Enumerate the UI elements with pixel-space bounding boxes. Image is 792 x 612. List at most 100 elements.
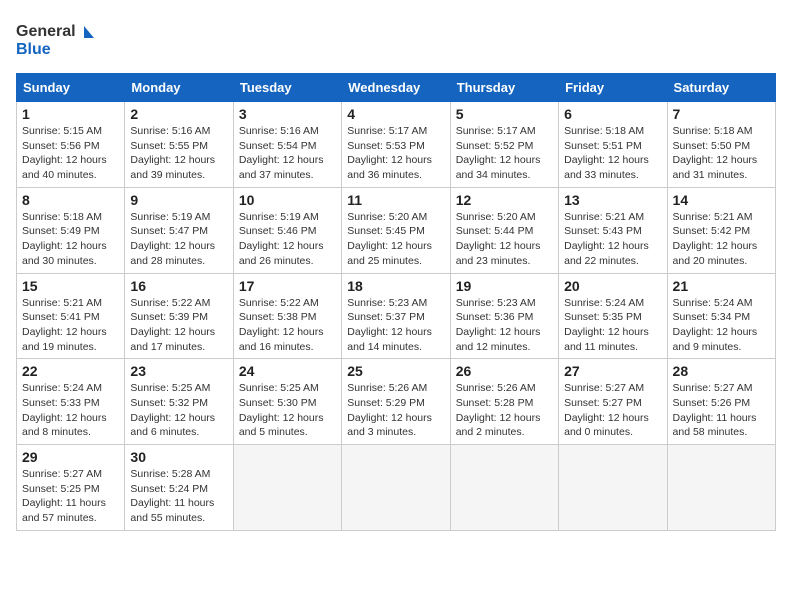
calendar-cell: 26 Sunrise: 5:26 AMSunset: 5:28 PMDayligh…: [450, 359, 558, 445]
calendar-cell: [342, 445, 450, 531]
day-number: 29: [22, 449, 119, 465]
day-number: 4: [347, 106, 444, 122]
day-info: Sunrise: 5:17 AMSunset: 5:53 PMDaylight:…: [347, 124, 444, 183]
calendar-week-row: 22 Sunrise: 5:24 AMSunset: 5:33 PMDayligh…: [17, 359, 776, 445]
day-info: Sunrise: 5:26 AMSunset: 5:28 PMDaylight:…: [456, 381, 553, 440]
calendar-table: SundayMondayTuesdayWednesdayThursdayFrid…: [16, 73, 776, 531]
calendar-cell: 9Sunrise: 5:19 AMSunset: 5:47 PMDaylight…: [125, 187, 233, 273]
day-number: 5: [456, 106, 553, 122]
day-info: Sunrise: 5:24 AMSunset: 5:35 PMDaylight:…: [564, 296, 661, 355]
day-header-saturday: Saturday: [667, 74, 775, 102]
calendar-cell: 25 Sunrise: 5:26 AMSunset: 5:29 PMDayligh…: [342, 359, 450, 445]
calendar-cell: [667, 445, 775, 531]
calendar-cell: 21 Sunrise: 5:24 AMSunset: 5:34 PMDayligh…: [667, 273, 775, 359]
day-number: 30: [130, 449, 227, 465]
day-info: Sunrise: 5:24 AMSunset: 5:33 PMDaylight:…: [22, 381, 119, 440]
day-number: 7: [673, 106, 770, 122]
day-info: Sunrise: 5:20 AMSunset: 5:44 PMDaylight:…: [456, 210, 553, 269]
day-info: Sunrise: 5:21 AMSunset: 5:42 PMDaylight:…: [673, 210, 770, 269]
day-number: 14: [673, 192, 770, 208]
calendar-week-row: 8Sunrise: 5:18 AMSunset: 5:49 PMDaylight…: [17, 187, 776, 273]
calendar-cell: 16 Sunrise: 5:22 AMSunset: 5:39 PMDayligh…: [125, 273, 233, 359]
calendar-cell: 5Sunrise: 5:17 AMSunset: 5:52 PMDaylight…: [450, 102, 558, 188]
calendar-cell: 12 Sunrise: 5:20 AMSunset: 5:44 PMDayligh…: [450, 187, 558, 273]
calendar-cell: 8Sunrise: 5:18 AMSunset: 5:49 PMDaylight…: [17, 187, 125, 273]
day-header-friday: Friday: [559, 74, 667, 102]
calendar-cell: 13Sunrise: 5:21 AMSunset: 5:43 PMDayligh…: [559, 187, 667, 273]
day-info: Sunrise: 5:27 AMSunset: 5:27 PMDaylight:…: [564, 381, 661, 440]
day-info: Sunrise: 5:27 AMSunset: 5:26 PMDaylight:…: [673, 381, 770, 440]
day-number: 24: [239, 363, 336, 379]
day-header-monday: Monday: [125, 74, 233, 102]
calendar-cell: 18 Sunrise: 5:23 AMSunset: 5:37 PMDayligh…: [342, 273, 450, 359]
day-info: Sunrise: 5:22 AMSunset: 5:39 PMDaylight:…: [130, 296, 227, 355]
day-number: 3: [239, 106, 336, 122]
day-number: 22: [22, 363, 119, 379]
day-number: 6: [564, 106, 661, 122]
day-info: Sunrise: 5:16 AMSunset: 5:54 PMDaylight:…: [239, 124, 336, 183]
calendar-cell: 17Sunrise: 5:22 AMSunset: 5:38 PMDayligh…: [233, 273, 341, 359]
day-header-wednesday: Wednesday: [342, 74, 450, 102]
calendar-week-row: 15 Sunrise: 5:21 AMSunset: 5:41 PMDayligh…: [17, 273, 776, 359]
svg-text:Blue: Blue: [16, 41, 51, 58]
day-info: Sunrise: 5:24 AMSunset: 5:34 PMDaylight:…: [673, 296, 770, 355]
calendar-cell: 27 Sunrise: 5:27 AMSunset: 5:27 PMDayligh…: [559, 359, 667, 445]
calendar-cell: 6 Sunrise: 5:18 AMSunset: 5:51 PMDaylight…: [559, 102, 667, 188]
day-number: 11: [347, 192, 444, 208]
calendar-cell: 4 Sunrise: 5:17 AMSunset: 5:53 PMDaylight…: [342, 102, 450, 188]
calendar-cell: [450, 445, 558, 531]
calendar-cell: [233, 445, 341, 531]
day-number: 18: [347, 278, 444, 294]
logo-svg: GeneralBlue: [16, 16, 96, 61]
calendar-cell: [559, 445, 667, 531]
calendar-cell: 28 Sunrise: 5:27 AMSunset: 5:26 PMDayligh…: [667, 359, 775, 445]
calendar-week-row: 1Sunrise: 5:15 AMSunset: 5:56 PMDaylight…: [17, 102, 776, 188]
page-header: GeneralBlue: [16, 16, 776, 61]
day-info: Sunrise: 5:19 AMSunset: 5:46 PMDaylight:…: [239, 210, 336, 269]
day-info: Sunrise: 5:27 AMSunset: 5:25 PMDaylight:…: [22, 467, 119, 526]
day-info: Sunrise: 5:26 AMSunset: 5:29 PMDaylight:…: [347, 381, 444, 440]
day-info: Sunrise: 5:16 AMSunset: 5:55 PMDaylight:…: [130, 124, 227, 183]
day-info: Sunrise: 5:20 AMSunset: 5:45 PMDaylight:…: [347, 210, 444, 269]
calendar-cell: 2 Sunrise: 5:16 AMSunset: 5:55 PMDaylight…: [125, 102, 233, 188]
day-header-thursday: Thursday: [450, 74, 558, 102]
calendar-cell: 22 Sunrise: 5:24 AMSunset: 5:33 PMDayligh…: [17, 359, 125, 445]
calendar-cell: 11 Sunrise: 5:20 AMSunset: 5:45 PMDayligh…: [342, 187, 450, 273]
day-number: 13: [564, 192, 661, 208]
day-number: 27: [564, 363, 661, 379]
day-header-sunday: Sunday: [17, 74, 125, 102]
day-number: 23: [130, 363, 227, 379]
day-info: Sunrise: 5:21 AMSunset: 5:41 PMDaylight:…: [22, 296, 119, 355]
day-info: Sunrise: 5:22 AMSunset: 5:38 PMDaylight:…: [239, 296, 336, 355]
calendar-cell: 15 Sunrise: 5:21 AMSunset: 5:41 PMDayligh…: [17, 273, 125, 359]
day-info: Sunrise: 5:18 AMSunset: 5:49 PMDaylight:…: [22, 210, 119, 269]
calendar-cell: 10 Sunrise: 5:19 AMSunset: 5:46 PMDayligh…: [233, 187, 341, 273]
day-info: Sunrise: 5:23 AMSunset: 5:36 PMDaylight:…: [456, 296, 553, 355]
day-number: 20: [564, 278, 661, 294]
calendar-cell: 14 Sunrise: 5:21 AMSunset: 5:42 PMDayligh…: [667, 187, 775, 273]
day-number: 28: [673, 363, 770, 379]
calendar-cell: 19 Sunrise: 5:23 AMSunset: 5:36 PMDayligh…: [450, 273, 558, 359]
day-info: Sunrise: 5:28 AMSunset: 5:24 PMDaylight:…: [130, 467, 227, 526]
calendar-cell: 20 Sunrise: 5:24 AMSunset: 5:35 PMDayligh…: [559, 273, 667, 359]
day-number: 12: [456, 192, 553, 208]
svg-text:General: General: [16, 23, 76, 40]
day-number: 15: [22, 278, 119, 294]
day-number: 26: [456, 363, 553, 379]
day-number: 16: [130, 278, 227, 294]
calendar-cell: 3 Sunrise: 5:16 AMSunset: 5:54 PMDaylight…: [233, 102, 341, 188]
day-number: 2: [130, 106, 227, 122]
day-info: Sunrise: 5:25 AMSunset: 5:30 PMDaylight:…: [239, 381, 336, 440]
day-info: Sunrise: 5:18 AMSunset: 5:51 PMDaylight:…: [564, 124, 661, 183]
calendar-cell: 24 Sunrise: 5:25 AMSunset: 5:30 PMDayligh…: [233, 359, 341, 445]
day-number: 25: [347, 363, 444, 379]
day-number: 19: [456, 278, 553, 294]
calendar-cell: 7Sunrise: 5:18 AMSunset: 5:50 PMDaylight…: [667, 102, 775, 188]
calendar-cell: 30 Sunrise: 5:28 AMSunset: 5:24 PMDayligh…: [125, 445, 233, 531]
calendar-cell: 23Sunrise: 5:25 AMSunset: 5:32 PMDayligh…: [125, 359, 233, 445]
calendar-cell: 29 Sunrise: 5:27 AMSunset: 5:25 PMDayligh…: [17, 445, 125, 531]
day-number: 10: [239, 192, 336, 208]
day-number: 21: [673, 278, 770, 294]
day-info: Sunrise: 5:23 AMSunset: 5:37 PMDaylight:…: [347, 296, 444, 355]
day-header-tuesday: Tuesday: [233, 74, 341, 102]
